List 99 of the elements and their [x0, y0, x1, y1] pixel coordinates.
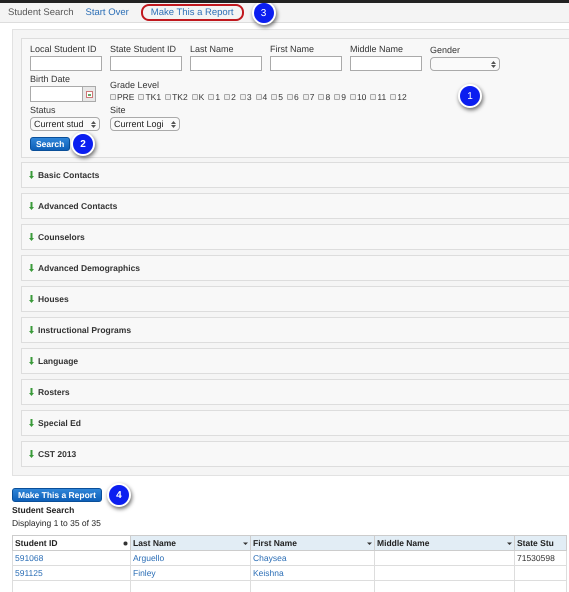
table-cell[interactable]: Keishna — [250, 566, 374, 580]
arrow-icon — [29, 357, 34, 365]
accordion-header[interactable]: Advanced Demographics — [21, 255, 569, 281]
checkbox[interactable] — [370, 94, 376, 100]
caret-icon — [367, 540, 372, 546]
field-label: Middle Name — [350, 44, 404, 54]
table-cell[interactable]: Arguello — [130, 550, 250, 566]
checkbox[interactable] — [208, 94, 214, 100]
caret-icon — [507, 540, 512, 546]
checkbox-label: 2 — [231, 92, 236, 102]
table-cell[interactable]: Chaysea — [250, 550, 374, 566]
sort-icon — [123, 540, 128, 546]
arrow-icon — [29, 171, 34, 179]
column-header[interactable]: State Stu — [514, 536, 566, 550]
arrow-icon — [29, 419, 34, 427]
status-select[interactable]: Current stud — [30, 117, 100, 131]
results-title: Student Search — [12, 505, 76, 515]
field-label: Status — [30, 105, 57, 115]
checkbox-label: TK2 — [172, 92, 188, 102]
text-field[interactable] — [110, 56, 182, 71]
arrow-icon — [29, 202, 34, 210]
column-header[interactable]: Student ID — [12, 536, 130, 550]
table-cell: 71530598 — [514, 550, 566, 566]
text-field[interactable] — [190, 56, 262, 71]
arrow-icon — [29, 388, 34, 396]
checkbox-label: 6 — [294, 92, 299, 102]
checkbox-label: 10 — [356, 92, 366, 102]
callout-badge: 3 — [252, 3, 276, 25]
page-title: Student Search — [8, 7, 74, 18]
date-field[interactable] — [30, 86, 96, 102]
checkbox[interactable] — [165, 94, 172, 100]
accordion-header[interactable]: Houses — [21, 286, 569, 312]
site-select[interactable]: Current Logi — [110, 117, 180, 131]
column-header[interactable]: Middle Name — [374, 536, 514, 550]
table-cell[interactable]: Finley — [130, 566, 250, 580]
field-label: Local Student ID — [30, 44, 98, 54]
field-label: First Name — [270, 44, 316, 54]
accordion-header[interactable]: Language — [21, 348, 569, 374]
accordion-header[interactable]: Instructional Programs — [21, 317, 569, 343]
gender-select[interactable] — [430, 57, 500, 71]
nav-link[interactable]: Start Over — [86, 7, 129, 18]
caret-icon — [243, 540, 248, 546]
column-header[interactable]: First Name — [250, 536, 374, 550]
checkbox-label: K — [198, 92, 204, 102]
checkbox-label: 9 — [341, 92, 346, 102]
checkbox[interactable] — [224, 94, 230, 100]
field-label: Grade Level — [110, 80, 160, 90]
text-field[interactable] — [350, 56, 422, 71]
checkbox[interactable] — [271, 94, 278, 100]
checkbox[interactable] — [192, 94, 198, 100]
select-arrows-icon — [91, 121, 96, 128]
results-summary: Displaying 1 to 35 of 35 — [12, 518, 102, 528]
checkbox-label: 7 — [310, 92, 314, 102]
accordion-header[interactable]: CST 2013 — [21, 441, 569, 467]
arrow-icon — [29, 295, 34, 303]
calendar-icon[interactable] — [82, 87, 95, 101]
callout-badge: 1 — [458, 84, 482, 108]
checkbox-label: TK1 — [145, 92, 162, 102]
checkbox[interactable] — [287, 94, 294, 100]
checkbox[interactable] — [256, 94, 262, 100]
accordion-header[interactable]: Counselors — [21, 224, 569, 250]
table-cell[interactable]: 591125 — [12, 566, 130, 580]
text-field[interactable] — [270, 56, 342, 71]
field-label: Site — [110, 105, 127, 115]
checkbox-label: 1 — [215, 92, 220, 102]
accordion-header[interactable]: Rosters — [21, 379, 569, 405]
text-field[interactable] — [30, 56, 102, 71]
checkbox-label: 8 — [325, 92, 330, 102]
checkbox[interactable] — [334, 94, 340, 100]
field-label: Birth Date — [30, 74, 72, 84]
checkbox[interactable] — [302, 94, 309, 100]
callout-badge: 4 — [106, 483, 131, 507]
checkbox-label: 5 — [278, 92, 284, 102]
column-header[interactable]: Last Name — [130, 536, 250, 550]
checkbox[interactable] — [390, 94, 396, 100]
field-label: Last Name — [190, 44, 235, 54]
accordion-header[interactable]: Basic Contacts — [21, 162, 569, 188]
checkbox-label: 4 — [262, 92, 268, 102]
checkbox-label: PRE — [117, 92, 134, 102]
checkbox[interactable] — [110, 94, 116, 100]
checkbox-label: 12 — [397, 92, 407, 102]
arrow-icon — [29, 233, 34, 241]
checkbox-label: 3 — [246, 92, 252, 102]
arrow-icon — [29, 264, 34, 272]
select-arrows-icon — [171, 121, 176, 128]
arrow-icon — [29, 450, 34, 458]
field-label: State Student ID — [110, 44, 178, 54]
arrow-icon — [29, 326, 34, 334]
field-label: Gender — [430, 45, 462, 55]
checkbox-label: 11 — [377, 92, 386, 102]
select-arrows-icon — [491, 61, 496, 68]
checkbox[interactable] — [138, 94, 144, 100]
callout-badge: 2 — [71, 132, 95, 156]
table-cell[interactable]: 591068 — [12, 550, 130, 566]
checkbox[interactable] — [318, 94, 324, 100]
checkbox[interactable] — [350, 94, 356, 100]
accordion-header[interactable]: Special Ed — [21, 410, 569, 436]
checkbox[interactable] — [240, 94, 246, 100]
accordion-header[interactable]: Advanced Contacts — [21, 193, 569, 219]
